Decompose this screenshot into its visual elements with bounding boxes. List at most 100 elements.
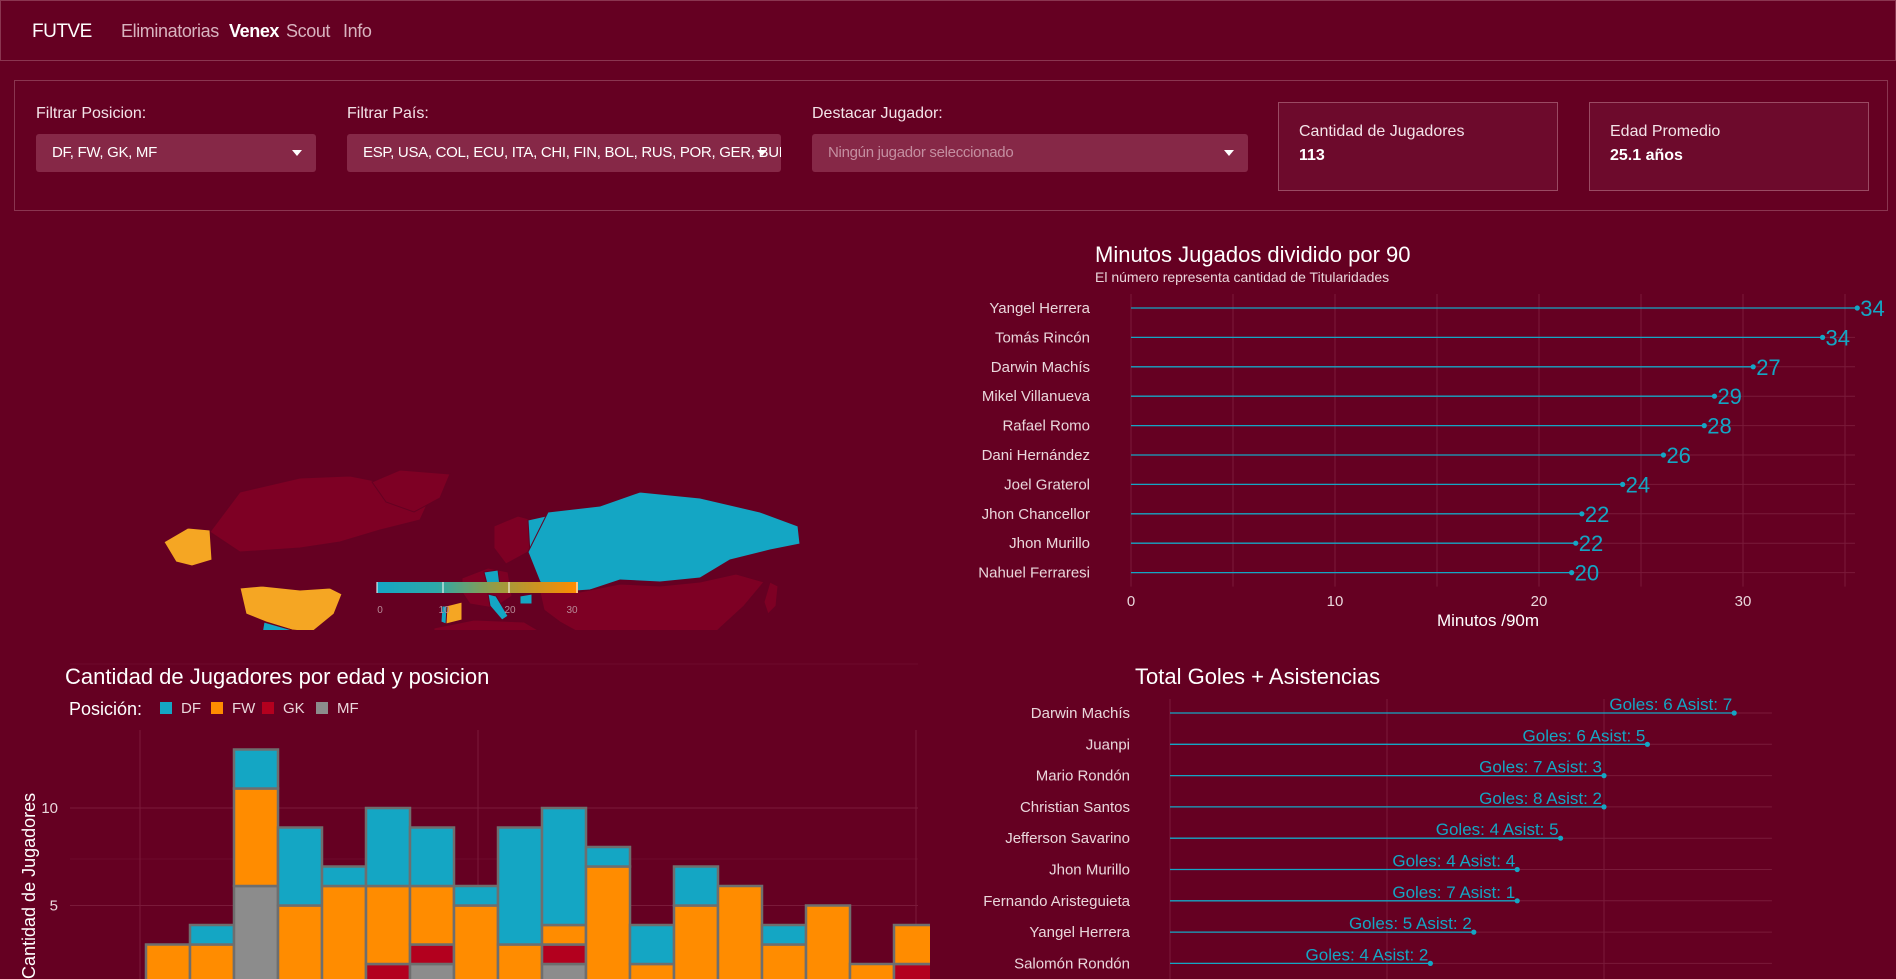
jugador-label: Destacar Jugador:: [812, 105, 943, 122]
data-label: Goles: 8 Asist: 2: [1479, 789, 1602, 808]
data-label: Goles: 6 Asist: 7: [1609, 695, 1732, 714]
data-label: 34: [1826, 325, 1850, 350]
y-tick-label: 5: [50, 898, 58, 915]
data-label: Goles: 6 Asist: 5: [1523, 726, 1646, 745]
bar-segment: [540, 806, 588, 927]
bar-segment: [144, 943, 192, 979]
country-japan: [763, 581, 779, 615]
y-tick-label: Mario Rondón: [1036, 768, 1130, 785]
y-tick-label: Dani Hernández: [982, 447, 1090, 464]
bar-segment: [760, 923, 808, 946]
data-label: Goles: 4 Asist: 5: [1436, 820, 1559, 839]
stat-value: 25.1 años: [1610, 147, 1683, 164]
legend-tick: 20: [504, 605, 516, 616]
bar-segment: [540, 962, 588, 979]
nav-scout[interactable]: Scout: [286, 21, 330, 42]
data-label: Goles: 4 Asist: 4: [1392, 852, 1515, 871]
bar-segment: [276, 904, 324, 979]
lollipop-point: [1660, 452, 1667, 458]
bar-segment: [584, 865, 632, 979]
y-tick-label: Fernando Aristeguieta: [983, 893, 1130, 910]
bar-segment: [628, 962, 676, 979]
chart-title: Cantidad de Jugadores por edad y posicio…: [65, 664, 489, 689]
lollipop-point: [1558, 835, 1564, 841]
country-bulgaria: [519, 593, 533, 605]
chart-ylabel: Cantidad de Jugadores: [19, 793, 39, 979]
data-label: 22: [1585, 502, 1609, 527]
y-tick-label: Juanpi: [1086, 736, 1130, 753]
y-tick-label: Jhon Murillo: [1049, 862, 1130, 879]
y-tick-label: Jhon Chancellor: [982, 506, 1090, 523]
bar-segment: [892, 962, 930, 979]
legend-swatch: [211, 702, 223, 714]
bar-segment: [408, 826, 456, 888]
bar-segment: [188, 943, 236, 979]
bar-segment: [408, 884, 456, 946]
data-label: 26: [1666, 443, 1690, 468]
y-tick-label: Mikel Villanueva: [982, 388, 1091, 405]
stat-value: 113: [1299, 147, 1325, 164]
legend-tick: 10: [438, 605, 450, 616]
bar-segment: [364, 962, 412, 979]
bar-segment: [496, 826, 544, 946]
bar-segment: [672, 904, 720, 979]
legend-label: DF: [181, 700, 201, 717]
posicion-value: DF, FW, GK, MF: [52, 144, 157, 161]
chevron-down-icon: [292, 150, 302, 156]
stat-label: Cantidad de Jugadores: [1299, 123, 1465, 140]
bar-segment: [452, 904, 500, 979]
lollipop-point: [1854, 305, 1860, 311]
y-tick-label: Rafael Romo: [1002, 418, 1090, 435]
bar-segment: [188, 923, 236, 946]
chart-title: Total Goles + Asistencias: [1135, 664, 1380, 689]
jugador-select[interactable]: Ningún jugador seleccionado: [812, 134, 1248, 172]
stat-cantidad-jugadores: Cantidad de Jugadores 113: [1278, 102, 1558, 191]
pais-label: Filtrar País:: [347, 105, 429, 122]
bar-segment: [408, 943, 456, 966]
bar-segment: [452, 884, 500, 907]
pais-select[interactable]: ESP, USA, COL, ECU, ITA, CHI, FIN, BOL, …: [347, 134, 781, 172]
y-tick-label: Jhon Murillo: [1009, 535, 1090, 552]
x-tick-label: 10: [1327, 593, 1344, 610]
bar-segment: [804, 904, 852, 979]
x-tick-label: 30: [1735, 593, 1752, 610]
nav-eliminatorias[interactable]: Eliminatorias: [121, 21, 219, 42]
y-tick-label: Christian Santos: [1020, 799, 1130, 816]
lollipop-point: [1471, 929, 1477, 935]
data-label: Goles: 7 Asist: 1: [1392, 883, 1515, 902]
chart-subtitle: El número representa cantidad de Titular…: [1095, 269, 1389, 285]
lollipop-point: [1514, 898, 1520, 904]
legend-label: MF: [337, 700, 359, 717]
brand-logo[interactable]: FUTVE: [32, 21, 92, 43]
lollipop-point: [1819, 334, 1826, 340]
data-label: 28: [1707, 414, 1731, 439]
chevron-down-icon: [1224, 150, 1234, 156]
country-alaska: [163, 527, 213, 567]
lollipop-point: [1427, 960, 1433, 966]
stat-edad-promedio: Edad Promedio 25.1 años: [1589, 102, 1869, 191]
lollipop-point: [1750, 364, 1756, 370]
navbar: FUTVE Eliminatorias Venex Scout Info: [0, 0, 1896, 61]
legend-swatch: [160, 702, 172, 714]
bar-segment: [540, 943, 588, 966]
data-label: 22: [1579, 531, 1603, 556]
lollipop-point: [1601, 804, 1607, 810]
x-tick-label: 20: [1531, 593, 1548, 610]
data-label: 34: [1860, 296, 1884, 321]
y-tick-label: Yangel Herrera: [1029, 924, 1130, 941]
y-tick-label: Jefferson Savarino: [1005, 830, 1130, 847]
legend-colorbar: [377, 582, 578, 593]
chart-minutos-jugados: Minutos Jugados dividido por 90 El númer…: [978, 242, 1884, 630]
nav-venex[interactable]: Venex: [229, 21, 279, 42]
country-russia: [527, 491, 801, 593]
posicion-select[interactable]: DF, FW, GK, MF: [36, 134, 316, 172]
data-label: Goles: 5 Asist: 2: [1349, 914, 1472, 933]
y-tick-label: Nahuel Ferraresi: [978, 565, 1090, 582]
bar-segment: [848, 962, 896, 979]
lollipop-point: [1731, 710, 1737, 716]
y-tick-label: 10: [41, 800, 58, 817]
legend-label: FW: [232, 700, 256, 717]
lollipop-point: [1569, 570, 1575, 576]
nav-info[interactable]: Info: [343, 21, 372, 42]
world-map[interactable]: 0 10 20 30: [0, 230, 900, 630]
